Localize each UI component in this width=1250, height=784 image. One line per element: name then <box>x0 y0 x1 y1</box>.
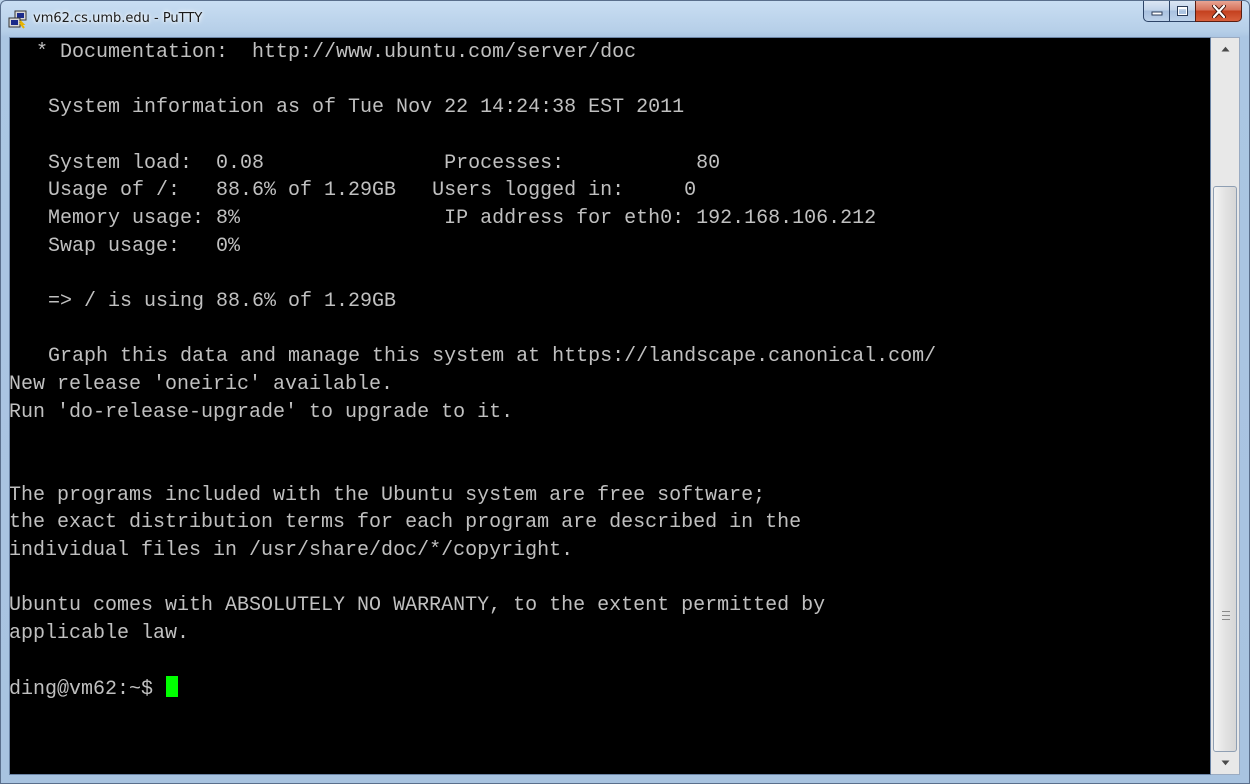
scroll-down-button[interactable] <box>1211 752 1239 774</box>
text-cursor <box>166 676 179 697</box>
scroll-down-arrow-icon <box>1221 760 1229 766</box>
terminal-line: Run 'do-release-upgrade' to upgrade to i… <box>9 401 514 424</box>
scroll-up-arrow-icon <box>1221 46 1229 52</box>
terminal-line: System information as of Tue Nov 22 14:2… <box>24 96 685 119</box>
terminal-line: * Documentation: http://www.ubuntu.com/s… <box>24 41 637 64</box>
terminal-line: New release 'oneiric' available. <box>9 373 394 396</box>
putty-window: vm62.cs.umb.edu - PuTTY * Documentation:… <box>0 0 1250 784</box>
terminal-line: Ubuntu comes with ABSOLUTELY NO WARRANTY… <box>9 594 826 617</box>
command-prompt-line[interactable]: ding@vm62:~$ <box>9 676 179 703</box>
terminal-line: Graph this data and manage this system a… <box>24 345 937 368</box>
close-button[interactable] <box>1195 1 1242 22</box>
maximize-icon <box>1177 6 1188 16</box>
scrollbar-thumb[interactable] <box>1213 186 1237 752</box>
scrollbar-grip-icon <box>1222 611 1230 620</box>
window-title: vm62.cs.umb.edu - PuTTY <box>33 11 203 26</box>
minimize-button[interactable] <box>1143 1 1170 22</box>
terminal-line: => / is using 88.6% of 1.29GB <box>24 290 397 313</box>
minimize-icon <box>1151 11 1162 16</box>
shell-prompt: ding@vm62:~$ <box>9 678 166 701</box>
terminal-line: individual files in /usr/share/doc/*/cop… <box>9 539 574 562</box>
caption-buttons <box>1143 1 1242 23</box>
title-bar[interactable]: vm62.cs.umb.edu - PuTTY <box>1 1 1249 37</box>
terminal-line: The programs included with the Ubuntu sy… <box>9 484 766 507</box>
terminal-line: the exact distribution terms for each pr… <box>9 511 802 534</box>
terminal-line: Swap usage: 0% <box>24 235 241 258</box>
terminal-screen[interactable]: * Documentation: http://www.ubuntu.com/s… <box>9 37 1211 775</box>
scroll-up-button[interactable] <box>1211 38 1239 60</box>
maximize-button[interactable] <box>1169 1 1196 22</box>
terminal-line: Usage of /: 88.6% of 1.29GB Users logged… <box>24 179 697 202</box>
terminal-line: applicable law. <box>9 622 190 645</box>
terminal-line: Memory usage: 8% IP address for eth0: 19… <box>24 207 877 230</box>
putty-app-icon[interactable] <box>8 10 28 30</box>
terminal-line: System load: 0.08 Processes: 80 <box>24 152 721 175</box>
vertical-scrollbar[interactable] <box>1211 37 1240 775</box>
close-icon <box>1211 4 1226 18</box>
